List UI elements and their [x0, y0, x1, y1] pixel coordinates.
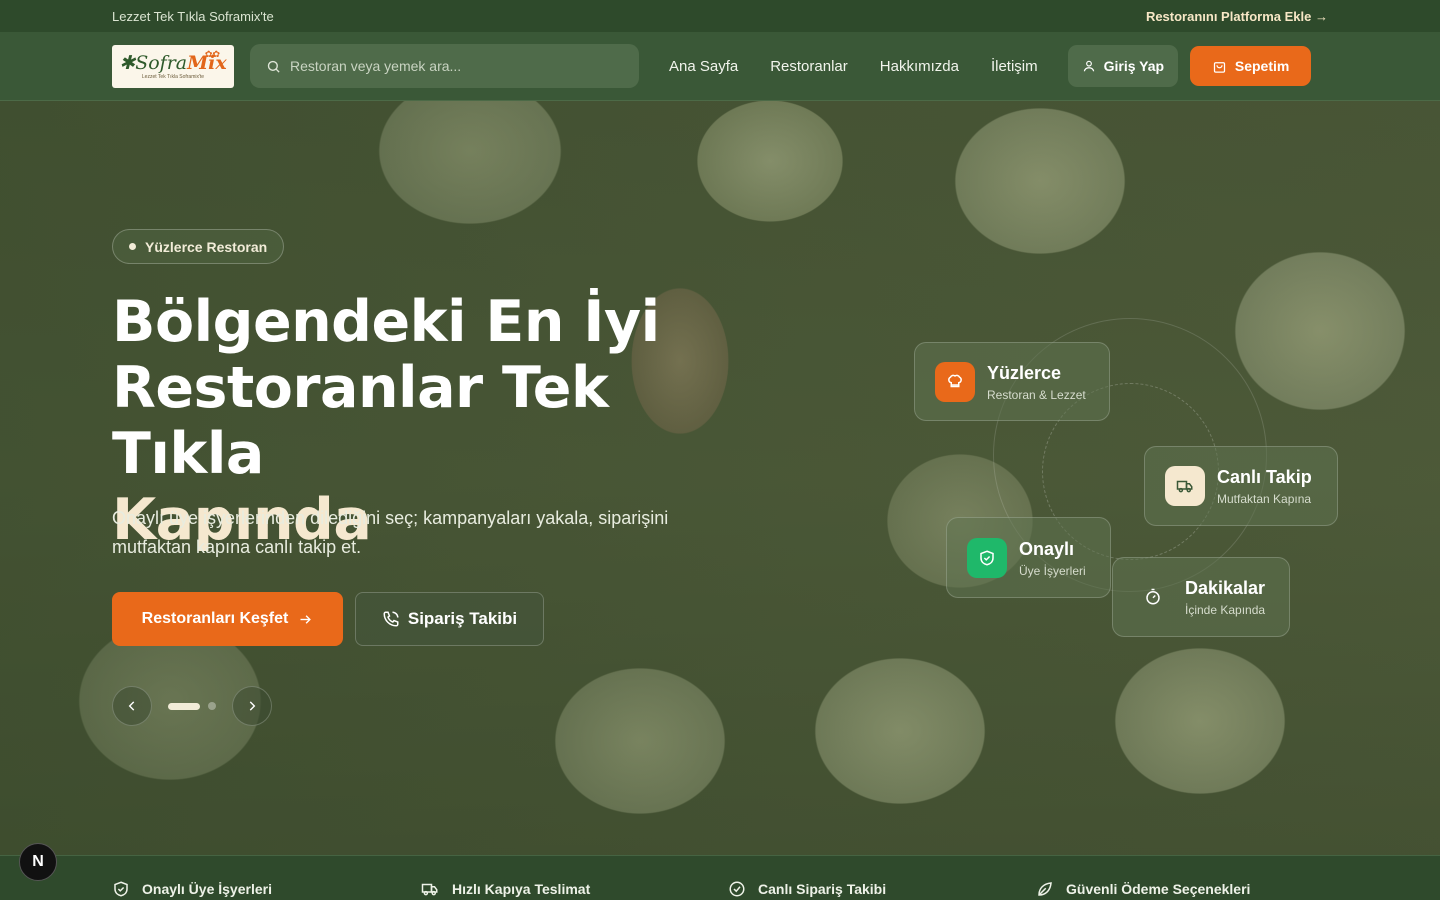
shield-check-icon [967, 537, 1007, 578]
feature-card-title: Canlı Takip [1217, 467, 1312, 487]
login-button[interactable]: Giriş Yap [1067, 45, 1179, 87]
hero-title-line2: Restoranlar Tek Tıkla [112, 355, 609, 487]
feature-card-minutes: Dakikalar İçinde Kapında [1112, 557, 1290, 637]
hero-badge-label: Yüzlerce Restoran [145, 238, 268, 255]
logo-tagline: Lezzet Tek Tıkla Soframix'te [141, 73, 205, 80]
chef-hat-icon [935, 361, 975, 402]
cart-button[interactable]: Sepetim [1190, 46, 1312, 86]
carousel-next-button[interactable] [232, 686, 272, 726]
chevron-left-icon [128, 701, 135, 711]
header: ✿✿ ✱SofraMix Lezzet Tek Tıkla Soframix't… [0, 32, 1440, 101]
feature-card-subtitle: Üye İşyerleri [1019, 563, 1086, 578]
order-tracking-label: Sipariş Takibi [407, 609, 518, 628]
carousel-indicators [168, 702, 216, 710]
carousel-prev-button[interactable] [112, 686, 152, 726]
nav-restaurants[interactable]: Restoranlar [770, 58, 848, 75]
order-tracking-button[interactable]: Sipariş Takibi [355, 592, 544, 646]
search-box[interactable] [250, 44, 639, 88]
phone-icon [383, 611, 399, 627]
hero-subtitle: Onaylı üye işyerlerinden dilediğini seç;… [112, 508, 669, 557]
feature-secure-payment: Güvenli Ödeme Seçenekleri [1036, 880, 1250, 898]
feature-card-subtitle: İçinde Kapında [1185, 603, 1266, 617]
main-nav: Ana Sayfa Restoranlar Hakkımızda İletişi… [669, 58, 1038, 75]
feature-card-restaurants: Yüzlerce Restoran & Lezzet [914, 342, 1110, 421]
feature-label: Onaylı Üye İşyerleri [142, 881, 272, 897]
feature-card-title: Dakikalar [1185, 578, 1266, 598]
search-input[interactable] [290, 58, 610, 74]
logo[interactable]: ✿✿ ✱SofraMix Lezzet Tek Tıkla Soframix't… [112, 44, 234, 88]
hero-title-line1: Bölgendeki En İyi [112, 289, 660, 355]
feature-label: Canlı Sipariş Takibi [758, 881, 887, 897]
login-label: Giriş Yap [1103, 58, 1165, 74]
promo-text: Lezzet Tek Tıkla Soframix'te [112, 8, 274, 24]
dev-tools-badge[interactable]: N [19, 843, 57, 881]
carousel-dot[interactable] [208, 702, 216, 710]
explore-restaurants-button[interactable]: Restoranları Keşfet [112, 592, 343, 646]
logo-flower-icon: ✿✿ [204, 48, 220, 59]
explore-restaurants-label: Restoranları Keşfet [141, 610, 289, 627]
logo-word-sofra: Sofra [135, 51, 188, 74]
feature-label: Hızlı Kapıya Teslimat [452, 881, 591, 897]
features-strip: Onaylı Üye İşyerleri Hızlı Kapıya Teslim… [0, 855, 1440, 900]
nav-contact[interactable]: İletişim [991, 58, 1038, 75]
feature-card-title: Onaylı [1019, 538, 1075, 559]
hero-badge: Yüzlerce Restoran [112, 229, 285, 264]
feature-verified-merchants: Onaylı Üye İşyerleri [112, 880, 272, 898]
feature-card-subtitle: Restoran & Lezzet [987, 387, 1086, 402]
cart-label: Sepetim [1234, 58, 1290, 74]
feature-card-title: Yüzlerce [987, 362, 1062, 383]
nav-home[interactable]: Ana Sayfa [669, 58, 738, 75]
chevron-right-icon [249, 701, 256, 711]
truck-icon [421, 883, 438, 896]
feature-card-live-tracking: Canlı Takip Mutfaktan Kapına [1144, 446, 1338, 526]
top-bar: Lezzet Tek Tıkla Soframix'te Restoranını… [0, 0, 1440, 32]
shield-check-icon [114, 881, 128, 897]
user-icon [1083, 60, 1094, 72]
timer-icon [1133, 577, 1173, 617]
feature-card-verified: Onaylı Üye İşyerleri [946, 517, 1111, 598]
feature-card-subtitle: Mutfaktan Kapına [1217, 492, 1312, 506]
shopping-bag-icon [1213, 61, 1225, 73]
hero-section: Yüzlerce Restoran Bölgendeki En İyi Rest… [0, 101, 1440, 855]
carousel-dot-active[interactable] [168, 702, 200, 710]
search-icon [267, 60, 280, 73]
arrow-right-icon [300, 614, 312, 624]
check-circle-icon [729, 881, 745, 897]
nav-about[interactable]: Hakkımızda [880, 58, 959, 75]
badge-dot-icon [129, 243, 136, 250]
feature-fast-delivery: Hızlı Kapıya Teslimat [420, 880, 590, 898]
truck-icon [1165, 466, 1205, 506]
leaf-icon [1038, 882, 1052, 896]
add-restaurant-link[interactable]: Restoranını Platforma Ekle → [1146, 9, 1328, 24]
feature-label: Güvenli Ödeme Seçenekleri [1066, 881, 1251, 897]
feature-live-tracking: Canlı Sipariş Takibi [728, 880, 886, 898]
